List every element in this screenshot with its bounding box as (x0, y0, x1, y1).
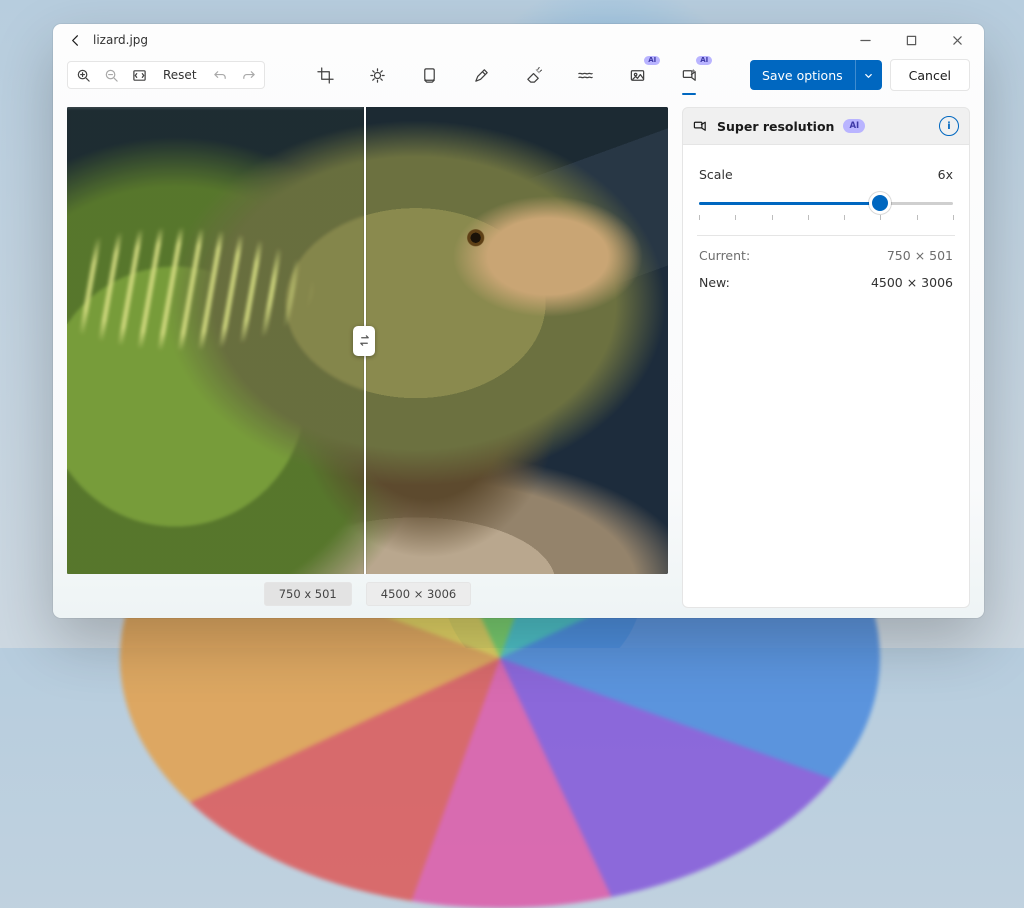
zoom-in-button[interactable] (70, 63, 96, 87)
tool-super-resolution-ai[interactable]: AI (672, 60, 706, 90)
close-icon (952, 35, 963, 46)
save-options-button[interactable]: Save options (750, 60, 882, 90)
new-value: 4500 × 3006 (871, 275, 953, 290)
background-remove-icon (629, 67, 646, 84)
tool-tabs: AI AI (269, 60, 746, 90)
super-resolution-icon (693, 119, 708, 134)
maximize-icon (906, 35, 917, 46)
scale-label: Scale (699, 167, 733, 182)
tool-adjust[interactable] (360, 60, 394, 90)
crop-icon (317, 67, 334, 84)
panel-header: Super resolution AI i (682, 107, 970, 145)
tool-retouch[interactable] (568, 60, 602, 90)
panel-body: Scale 6x Current: 750 × 501 (682, 145, 970, 608)
new-size-row: New: 4500 × 3006 (699, 269, 953, 296)
tool-filter[interactable] (412, 60, 446, 90)
brightness-icon (369, 67, 386, 84)
dimension-chips: 750 x 501 4500 × 3006 (67, 574, 668, 608)
cancel-button[interactable]: Cancel (890, 59, 970, 91)
canvas-column: 750 x 501 4500 × 3006 (67, 107, 668, 608)
undo-button[interactable] (208, 63, 234, 87)
command-bar: Reset (53, 56, 984, 95)
zoom-fit-button[interactable] (126, 63, 152, 87)
blur-icon (577, 67, 594, 84)
info-button[interactable]: i (939, 116, 959, 136)
chevron-down-icon (863, 70, 874, 81)
scale-row: Scale 6x (699, 161, 953, 188)
filter-icon (421, 67, 438, 84)
original-side-overlay (67, 107, 364, 574)
minimize-icon (860, 35, 871, 46)
chip-original-size[interactable]: 750 x 501 (264, 582, 352, 606)
redo-icon (241, 68, 256, 83)
scale-value: 6x (938, 167, 953, 182)
separator (697, 235, 955, 236)
zoom-group: Reset (67, 61, 265, 89)
chip-new-size[interactable]: 4500 × 3006 (366, 582, 471, 606)
minimize-button[interactable] (842, 24, 888, 56)
ai-badge: AI (644, 56, 660, 65)
ai-badge: AI (696, 56, 712, 65)
current-size-row: Current: 750 × 501 (699, 242, 953, 269)
arrow-left-icon (68, 33, 83, 48)
eraser-icon (525, 67, 542, 84)
pen-icon (473, 67, 490, 84)
redo-button[interactable] (236, 63, 262, 87)
panel-title: Super resolution (717, 119, 834, 134)
scale-slider-wrap (699, 188, 953, 227)
close-button[interactable] (934, 24, 980, 56)
compare-handle[interactable] (353, 326, 375, 356)
tool-background-ai[interactable]: AI (620, 60, 654, 90)
content-area: 750 x 501 4500 × 3006 Super resolution A… (53, 95, 984, 618)
undo-icon (213, 68, 228, 83)
slider-thumb[interactable] (869, 192, 891, 214)
current-label: Current: (699, 248, 750, 263)
side-panel: Super resolution AI i Scale 6x (682, 107, 970, 608)
image-canvas[interactable] (67, 107, 668, 574)
save-options-dropdown[interactable] (855, 60, 882, 90)
slider-ticks (699, 215, 953, 225)
tool-crop[interactable] (308, 60, 342, 90)
ai-badge: AI (843, 119, 865, 133)
tool-markup[interactable] (464, 60, 498, 90)
new-label: New: (699, 275, 730, 290)
zoom-out-button[interactable] (98, 63, 124, 87)
swap-horizontal-icon (358, 334, 371, 347)
super-resolution-icon (681, 67, 698, 84)
zoom-out-icon (104, 68, 119, 83)
maximize-button[interactable] (888, 24, 934, 56)
command-bar-right: Save options Cancel (750, 59, 970, 91)
file-name: lizard.jpg (93, 33, 148, 47)
save-options-label: Save options (750, 68, 855, 83)
tool-erase[interactable] (516, 60, 550, 90)
photos-editor-window: lizard.jpg Reset (53, 24, 984, 618)
current-value: 750 × 501 (887, 248, 953, 263)
reset-button[interactable]: Reset (154, 63, 206, 87)
slider-track-fill (699, 202, 880, 205)
title-bar: lizard.jpg (53, 24, 984, 56)
fit-screen-icon (132, 68, 147, 83)
back-button[interactable] (63, 28, 87, 52)
scale-slider[interactable] (699, 194, 953, 212)
zoom-in-icon (76, 68, 91, 83)
